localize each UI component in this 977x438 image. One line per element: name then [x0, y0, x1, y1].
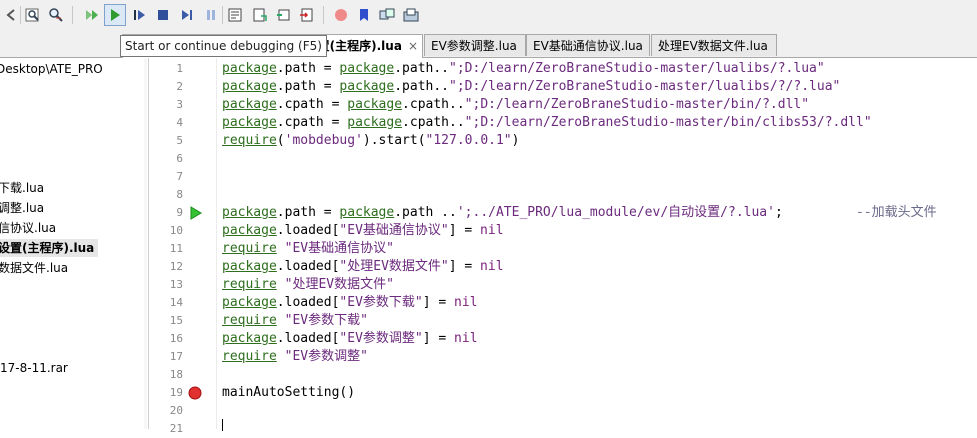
code-line[interactable]: require "EV参数下载" [222, 312, 368, 330]
code-line[interactable]: package.path = package.path..";D:/learn/… [222, 60, 825, 78]
panel-splitter[interactable] [144, 58, 147, 429]
tab-ev-param-adjust[interactable]: EV参数调整.lua [424, 34, 526, 56]
run-icon[interactable] [84, 7, 100, 23]
line-number: 14 [169, 296, 183, 309]
toolbar-left-arrow-icon[interactable] [3, 7, 19, 23]
code-comment: --加载头文件 [856, 205, 937, 220]
find-in-files-icon[interactable] [48, 7, 64, 23]
project-file[interactable]: 17-8-11.rar [0, 359, 68, 377]
line-number: 13 [169, 278, 183, 291]
line-number: 6 [176, 152, 183, 165]
tab-ev-comm-protocol[interactable]: EV基础通信协议.lua [526, 34, 650, 56]
tab-label: EV基础通信协议.lua [533, 39, 643, 53]
line-number: 11 [169, 242, 183, 255]
stack-icon[interactable] [252, 7, 268, 23]
outline-icon[interactable] [276, 7, 292, 23]
line-number: 1 [176, 62, 183, 75]
tab-ev-data-file[interactable]: 处理EV数据文件.lua [651, 34, 777, 56]
find-icon[interactable] [25, 7, 41, 23]
run-to-cursor-icon[interactable] [132, 7, 148, 23]
toolbar-separator [20, 6, 21, 24]
code-line[interactable]: package.cpath = package.cpath..";D:/lear… [222, 114, 872, 132]
line-number: 4 [176, 116, 183, 129]
line-number: 17 [169, 350, 183, 363]
code-line[interactable]: package.loaded["处理EV数据文件"] = nil [222, 258, 504, 276]
toolbar-separator [72, 6, 73, 24]
line-number: 15 [169, 314, 183, 327]
line-number-gutter[interactable]: 1 2 3 4 5 6 7 8 9 10 11 12 13 14 15 16 17 18 19 20 21 [149, 58, 213, 435]
start-debug-icon[interactable] [107, 7, 123, 23]
code-line[interactable]: package.path = package.path ..';../ATE_P… [222, 204, 783, 222]
line-number: 3 [176, 98, 183, 111]
multi-icon[interactable] [379, 7, 395, 23]
current-line-arrow-icon [190, 205, 202, 224]
line-number: 8 [176, 188, 183, 201]
code-line[interactable]: package.loaded["EV参数调整"] = nil [222, 330, 478, 348]
tab-label: 处理EV数据文件.lua [658, 39, 768, 53]
code-line[interactable]: package.path = package.path..";D:/learn/… [222, 78, 840, 96]
code-line[interactable]: require "处理EV数据文件" [222, 276, 394, 294]
break-icon[interactable] [203, 7, 219, 23]
code-line[interactable]: require "EV基础通信协议" [222, 240, 394, 258]
code-line[interactable]: mainAutoSetting() [222, 384, 355, 402]
bookmark-icon[interactable] [356, 7, 372, 23]
project-icon[interactable] [403, 7, 419, 23]
project-file[interactable]: 信协议.lua [0, 219, 56, 237]
line-number: 9 [176, 206, 183, 219]
project-file[interactable]: 数据文件.lua [0, 259, 68, 277]
code-line[interactable]: package.cpath = package.cpath..";D:/lear… [222, 96, 809, 114]
line-number: 18 [169, 368, 183, 381]
toolbar [0, 0, 977, 33]
code-line[interactable]: require "EV参数调整" [222, 348, 368, 366]
fold-margin [216, 58, 217, 429]
console-icon[interactable] [299, 7, 315, 23]
breakpoint-icon[interactable] [188, 385, 202, 404]
code-line[interactable]: package.loaded["EV参数下载"] = nil [222, 294, 478, 312]
line-number: 20 [169, 404, 183, 417]
line-number: 10 [169, 224, 183, 237]
close-icon[interactable]: × [408, 39, 418, 53]
toolbar-separator [222, 6, 223, 24]
line-number: 5 [176, 134, 183, 147]
project-panel: Desktop\ATE_PRO 下载.lua 调整.lua 信协议.lua 设置… [0, 58, 145, 429]
stop-icon[interactable] [155, 7, 171, 23]
line-number: 19 [169, 386, 183, 399]
project-file-selected[interactable]: 设置(主程序).lua [0, 239, 99, 257]
line-number: 2 [176, 80, 183, 93]
project-file[interactable]: 调整.lua [0, 199, 44, 217]
line-number: 7 [176, 170, 183, 183]
code-line[interactable]: require('mobdebug').start("127.0.0.1") [222, 132, 519, 150]
watch-icon[interactable] [227, 7, 243, 23]
toolbar-separator [323, 6, 324, 24]
text-cursor [222, 419, 223, 431]
line-number: 12 [169, 260, 183, 273]
project-root[interactable]: Desktop\ATE_PRO [0, 60, 103, 78]
step-into-icon[interactable] [179, 7, 195, 23]
line-number: 21 [169, 422, 183, 435]
breakpoint-toggle-icon[interactable] [333, 7, 349, 23]
code-line[interactable]: package.loaded["EV基础通信协议"] = nil [222, 222, 504, 240]
tab-label: EV参数调整.lua [431, 39, 517, 53]
project-file[interactable]: 下载.lua [0, 179, 44, 197]
line-number: 16 [169, 332, 183, 345]
tab-label: 置(主程序).lua [317, 39, 402, 53]
tooltip: Start or continue debugging (F5) [120, 35, 327, 57]
